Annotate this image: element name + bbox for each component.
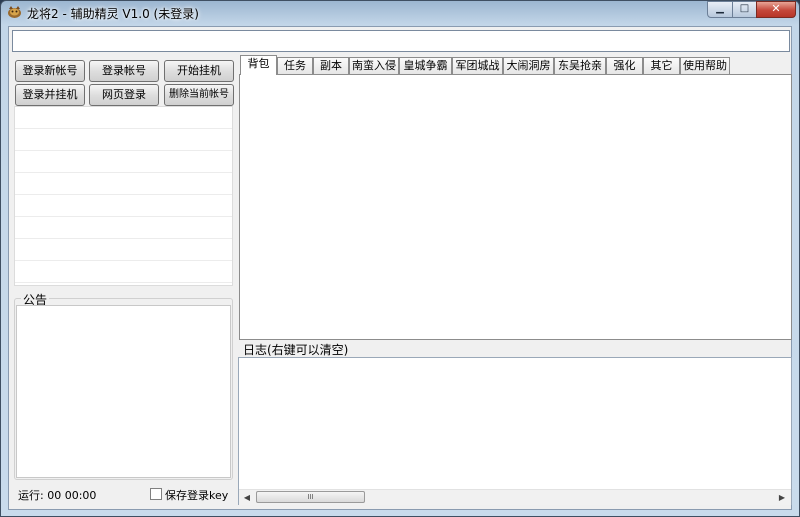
client-area: 登录新帐号 登录帐号 开始挂机 登录并挂机 网页登录 删除当前帐号 公告 运行:… [8,26,792,510]
delete-current-account-button[interactable]: 删除当前帐号 [164,84,234,106]
save-login-key-label: 保存登录key [165,489,229,502]
tab-enhance[interactable]: 强化 [606,57,643,74]
scroll-thumb[interactable]: III [256,491,365,503]
window-controls: ▁ □ ✕ [707,1,796,19]
list-item[interactable] [15,151,232,173]
tab-dongwu-bride[interactable]: 东吴抢亲 [554,57,606,74]
tab-tasks[interactable]: 任务 [277,57,313,74]
app-icon [8,6,21,18]
list-item[interactable] [15,195,232,217]
tab-imperial-city-battle[interactable]: 皇城争霸 [399,57,452,74]
title-bar[interactable]: 龙将2 - 辅助精灵 V1.0 (未登录) ▁ □ ✕ [1,1,799,25]
start-hangup-button[interactable]: 开始挂机 [164,60,234,82]
notice-group: 公告 [14,291,233,480]
list-item[interactable] [15,261,232,283]
tab-bag[interactable]: 背包 [240,55,277,75]
maximize-button[interactable]: □ [732,1,757,18]
save-login-key-checkbox[interactable]: 保存登录key [150,487,228,503]
main-window: 龙将2 - 辅助精灵 V1.0 (未登录) ▁ □ ✕ 登录新帐号 登录帐号 开… [0,0,800,517]
minimize-button[interactable]: ▁ [707,1,733,18]
log-box[interactable]: ◀ III ▶ [238,357,792,505]
horizontal-scrollbar[interactable]: ◀ III ▶ [239,489,791,505]
account-list[interactable] [14,106,233,286]
tab-panel-bag [239,74,792,340]
tab-other[interactable]: 其它 [643,57,680,74]
log-label: 日志(右键可以清空) [243,343,349,357]
scroll-right-icon[interactable]: ▶ [775,491,789,504]
tab-help[interactable]: 使用帮助 [680,57,730,74]
login-and-hangup-button[interactable]: 登录并挂机 [15,84,85,106]
notice-box[interactable] [16,305,231,478]
login-new-account-button[interactable]: 登录新帐号 [15,60,85,82]
checkbox-box[interactable] [150,488,162,500]
list-item[interactable] [15,129,232,151]
window-title: 龙将2 - 辅助精灵 V1.0 (未登录) [27,7,199,21]
tab-wedding-chaos[interactable]: 大闹洞房 [503,57,554,74]
top-text-input[interactable] [12,30,790,52]
list-item[interactable] [15,107,232,129]
scroll-left-icon[interactable]: ◀ [240,491,254,504]
web-login-button[interactable]: 网页登录 [89,84,159,106]
list-item[interactable] [15,173,232,195]
tab-dungeon[interactable]: 副本 [313,57,349,74]
tab-nanman-invasion[interactable]: 南蛮入侵 [349,57,399,74]
list-item[interactable] [15,217,232,239]
login-account-button[interactable]: 登录帐号 [89,60,159,82]
tab-legion-city-war[interactable]: 军团城战 [452,57,503,74]
close-button[interactable]: ✕ [756,1,796,18]
list-item[interactable] [15,239,232,261]
runtime-status: 运行: 00 00:00 [18,489,97,502]
